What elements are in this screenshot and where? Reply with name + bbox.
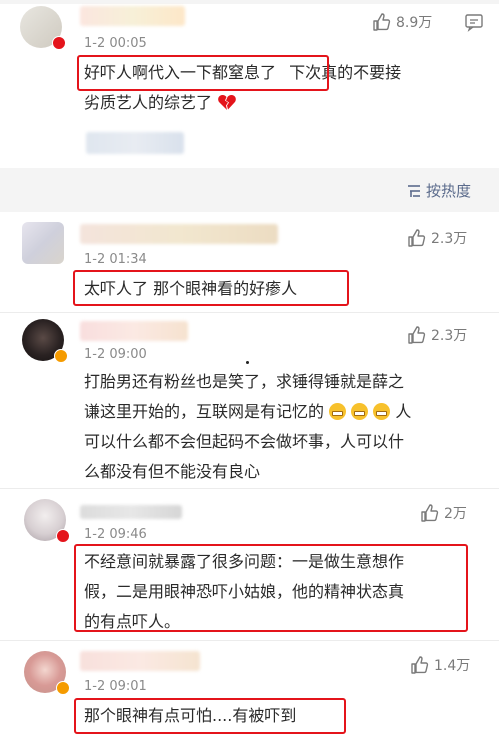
like-count: 2万 <box>444 506 467 522</box>
verified-badge-icon <box>52 36 66 50</box>
grimace-emoji-icon <box>329 403 347 420</box>
username-blurred[interactable] <box>80 505 182 519</box>
comment-text-line2: 劣质艺人的综艺了 <box>84 88 237 118</box>
highlight-box <box>73 270 349 306</box>
comment-4: 1-2 09:46 2万 不经意间就暴露了很多问题：一是做生意想作 假，二是用眼… <box>0 489 499 637</box>
like-count: 8.9万 <box>396 15 433 31</box>
comment-icon[interactable] <box>464 12 484 32</box>
username-blurred[interactable] <box>80 321 188 341</box>
highlight-box <box>77 55 329 91</box>
reply-blurred[interactable] <box>86 132 184 154</box>
username-blurred[interactable] <box>80 6 185 26</box>
comment-3: 1-2 09:00 2.3万 打胎男还有粉丝也是笑了，求锤得锤就是薛之 谦这里开… <box>0 313 499 488</box>
highlight-box <box>74 698 346 734</box>
comment-time: 1-2 09:00 <box>84 347 147 362</box>
like-count: 2.3万 <box>431 328 468 344</box>
comment-text-line2-content: 劣质艺人的综艺了 <box>84 93 213 112</box>
thumbs-up-icon <box>408 229 426 247</box>
comment-line-text: 谦这里开始的，互联网是有记忆的 <box>84 402 325 421</box>
username-blurred[interactable] <box>80 224 278 244</box>
comment-1: 1-2 00:05 8.9万 好吓人啊代入一下都窒息了 下次真的不要接 劣质艺人… <box>0 0 499 170</box>
comment-5: 1-2 09:01 1.4万 那个眼神有点可怕....有被吓到 <box>0 641 499 735</box>
grimace-emoji-icon <box>373 403 391 420</box>
comment-time: 1-2 09:46 <box>84 527 147 542</box>
thumbs-up-icon <box>421 504 439 522</box>
comment-line-text: 人 <box>395 402 412 421</box>
sort-label: 按热度 <box>426 182 472 200</box>
avatar[interactable] <box>22 222 64 264</box>
verified-badge-icon <box>56 529 70 543</box>
like-button[interactable]: 1.4万 <box>410 655 470 675</box>
like-count: 1.4万 <box>434 658 471 674</box>
thumbs-up-icon <box>408 326 426 344</box>
comment-line: 可以什么都不会但起码不会做坏事，人可以什 <box>84 432 405 451</box>
like-count: 2.3万 <box>431 231 468 247</box>
comment-time: 1-2 01:34 <box>84 252 147 267</box>
broken-heart-icon <box>218 94 236 110</box>
comment-2: 1-2 01:34 2.3万 太吓人了 那个眼神看的好瘆人 <box>0 212 499 312</box>
like-button[interactable]: 2.3万 <box>407 228 467 248</box>
sort-icon <box>408 184 420 197</box>
like-button[interactable]: 2万 <box>420 503 467 523</box>
sort-button[interactable]: 按热度 <box>406 180 471 201</box>
comment-line: 谦这里开始的，互联网是有记忆的 人 <box>84 397 489 427</box>
comment-time: 1-2 00:05 <box>84 36 147 51</box>
thumbs-up-icon <box>373 13 391 31</box>
highlight-box <box>74 544 468 632</box>
comment-line: 打胎男还有粉丝也是笑了，求锤得锤就是薛之 <box>84 372 405 391</box>
like-button[interactable]: 2.3万 <box>407 325 467 345</box>
comment-line: 么都没有但不能没有良心 <box>84 462 261 481</box>
username-blurred[interactable] <box>80 651 200 671</box>
like-button[interactable]: 8.9万 <box>372 12 432 32</box>
comment-time: 1-2 09:01 <box>84 679 147 694</box>
grimace-emoji-icon <box>351 403 369 420</box>
dot <box>246 361 249 364</box>
thumbs-up-icon <box>411 656 429 674</box>
verified-badge-icon <box>54 349 68 363</box>
comment-text: 打胎男还有粉丝也是笑了，求锤得锤就是薛之 谦这里开始的，互联网是有记忆的 人 可… <box>84 367 489 487</box>
verified-badge-icon <box>56 681 70 695</box>
